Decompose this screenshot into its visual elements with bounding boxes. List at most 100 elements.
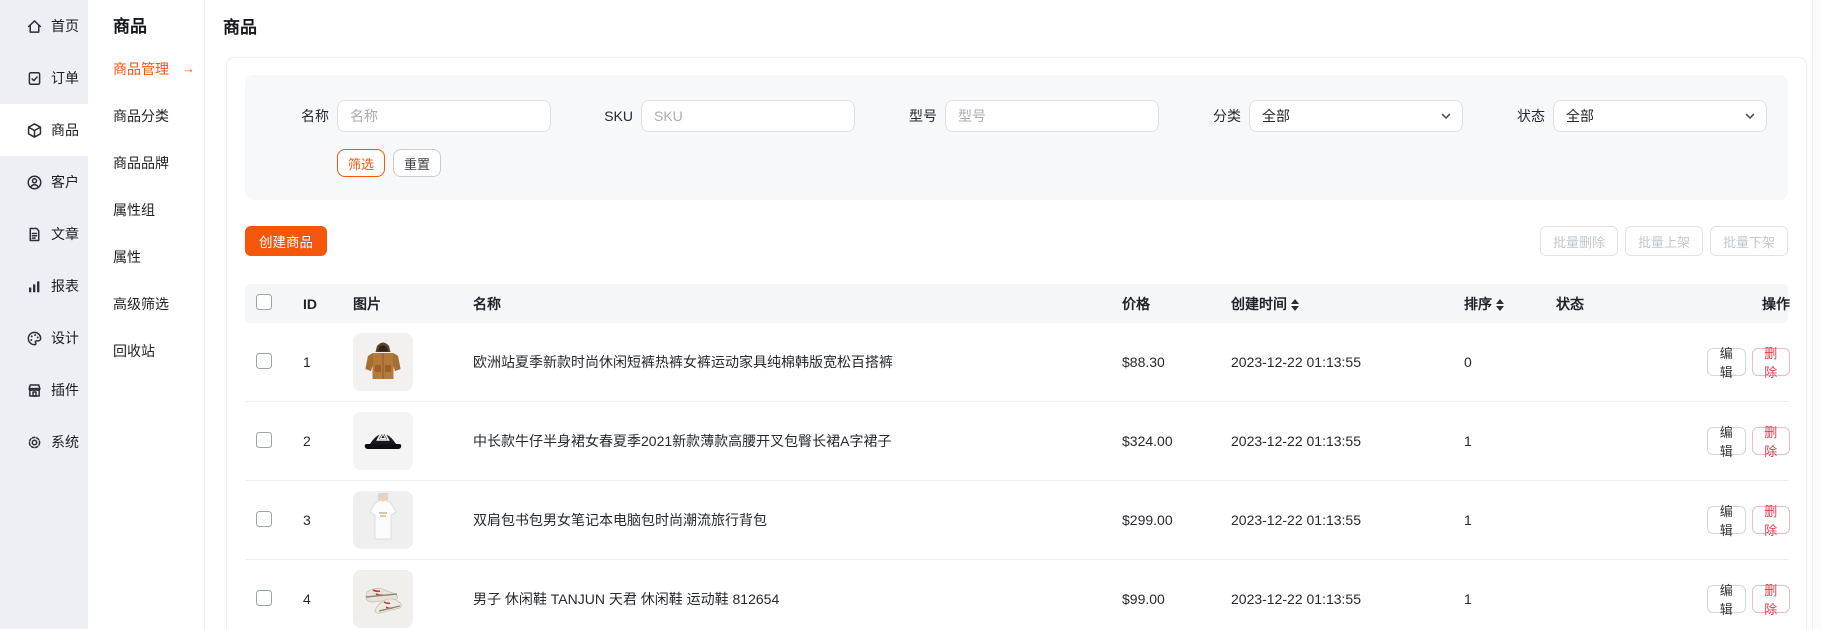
sidebar-item-product-management[interactable]: 商品管理 →: [113, 45, 204, 92]
delete-button[interactable]: 删除: [1752, 506, 1791, 534]
sidebar-item-plugins[interactable]: 插件: [0, 364, 88, 416]
header-price: 价格: [1116, 294, 1225, 314]
filter-panel: 名称 SKU 型号 分类 全部: [245, 75, 1788, 200]
secondary-sidebar-title: 商品: [113, 12, 204, 45]
secondary-sidebar: 商品 商品管理 → 商品分类 商品品牌 属性组 属性 高级筛选 回收站: [88, 0, 205, 629]
name-filter-label: 名称: [287, 106, 329, 126]
product-price: $299.00: [1116, 512, 1225, 528]
filter-buttons-row: 筛选 重置: [287, 149, 1770, 177]
sidebar-item-attribute-groups[interactable]: 属性组: [113, 186, 204, 233]
sidebar-item-orders[interactable]: 订单: [0, 52, 88, 104]
model-filter-input[interactable]: [945, 100, 1159, 132]
sidebar-item-recycle-bin[interactable]: 回收站: [113, 327, 204, 374]
row-checkbox[interactable]: [256, 353, 272, 369]
sidebar-item-articles[interactable]: 文章: [0, 208, 88, 260]
header-created[interactable]: 创建时间: [1225, 294, 1458, 314]
vertical-scrollbar[interactable]: [1812, 0, 1821, 629]
category-selected-value: 全部: [1262, 106, 1290, 126]
edit-button[interactable]: 编辑: [1707, 348, 1746, 376]
delete-button[interactable]: 删除: [1752, 348, 1791, 376]
toolbar: 创建商品 批量删除 批量上架 批量下架: [245, 226, 1788, 256]
product-admin-screen: 首页 订单 商品 客户 文章 报表 设计 插件: [0, 0, 1821, 629]
header-name: 名称: [467, 294, 1116, 314]
sidebar-item-attributes[interactable]: 属性: [113, 233, 204, 280]
filter-group-sku: SKU: [591, 100, 855, 132]
batch-enable-button[interactable]: 批量上架: [1625, 226, 1703, 256]
product-name[interactable]: 中长款牛仔半身裙女春夏季2021新款薄款高腰开叉包臀长裙A字裙子: [467, 431, 1116, 451]
product-table: ID 图片 名称 价格 创建时间 排序 状态 操作: [245, 284, 1788, 629]
sidebar-item-label: 报表: [51, 276, 79, 296]
product-name[interactable]: 双肩包书包男女笔记本电脑包时尚潮流旅行背包: [467, 510, 1116, 530]
create-product-button[interactable]: 创建商品: [245, 226, 327, 256]
product-created: 2023-12-22 01:13:55: [1225, 512, 1458, 528]
filter-group-name: 名称: [287, 100, 551, 132]
product-sort: 1: [1458, 433, 1550, 449]
sort-asc-icon: [1496, 299, 1504, 304]
sidebar-item-system[interactable]: 系统: [0, 416, 88, 468]
filter-group-status: 状态 全部: [1503, 100, 1767, 132]
product-name[interactable]: 欧洲站夏季新款时尚休闲短裤热裤女裤运动家具纯棉韩版宽松百搭裤: [467, 352, 1116, 372]
sidebar-item-product-categories[interactable]: 商品分类: [113, 92, 204, 139]
sidebar-item-products[interactable]: 商品: [0, 104, 88, 156]
row-checkbox[interactable]: [256, 511, 272, 527]
status-selected-value: 全部: [1566, 106, 1594, 126]
sort-desc-icon: [1496, 306, 1504, 311]
customers-icon: [26, 174, 43, 191]
sidebar-item-label: 首页: [51, 16, 79, 36]
sku-filter-label: SKU: [591, 108, 633, 124]
category-filter-select[interactable]: 全部: [1249, 100, 1463, 132]
edit-button[interactable]: 编辑: [1707, 506, 1746, 534]
product-sort: 1: [1458, 512, 1550, 528]
table-header-row: ID 图片 名称 价格 创建时间 排序 状态 操作: [245, 284, 1788, 323]
filter-button[interactable]: 筛选: [337, 149, 385, 177]
header-sort[interactable]: 排序: [1458, 294, 1550, 314]
product-sort: 1: [1458, 591, 1550, 607]
sort-asc-icon: [1291, 299, 1299, 304]
edit-button[interactable]: 编辑: [1707, 427, 1746, 455]
sidebar-item-home[interactable]: 首页: [0, 0, 88, 52]
sidebar-item-label: 商品: [51, 120, 79, 140]
sidebar-item-design[interactable]: 设计: [0, 312, 88, 364]
edit-button[interactable]: 编辑: [1707, 585, 1746, 613]
app-sidebar: 首页 订单 商品 客户 文章 报表 设计 插件: [0, 0, 88, 629]
table-row: 4 男子 休闲鞋 TANJUN 天君 休闲鞋 运动鞋 812654: [245, 560, 1788, 629]
cell-id: 3: [297, 512, 347, 528]
product-price: $88.30: [1116, 354, 1225, 370]
header-id: ID: [297, 296, 347, 312]
delete-button[interactable]: 删除: [1752, 585, 1791, 613]
product-image-black-cap-triangle-logo: [353, 412, 413, 470]
sidebar-item-advanced-filter[interactable]: 高级筛选: [113, 280, 204, 327]
row-checkbox[interactable]: [256, 590, 272, 606]
filter-fields-row: 名称 SKU 型号 分类 全部: [287, 100, 1770, 132]
sku-filter-input[interactable]: [641, 100, 855, 132]
sidebar-item-product-brands[interactable]: 商品品牌: [113, 139, 204, 186]
orders-icon: [26, 70, 43, 87]
system-icon: [26, 434, 43, 451]
delete-button[interactable]: 删除: [1752, 427, 1791, 455]
chevron-down-icon: [1440, 110, 1452, 122]
header-image: 图片: [347, 294, 467, 314]
sidebar-item-label: 插件: [51, 380, 79, 400]
product-name[interactable]: 男子 休闲鞋 TANJUN 天君 休闲鞋 运动鞋 812654: [467, 589, 1116, 609]
sidebar-item-reports[interactable]: 报表: [0, 260, 88, 312]
sidebar-item-label: 订单: [51, 68, 79, 88]
sort-icons[interactable]: [1291, 299, 1299, 311]
reset-button[interactable]: 重置: [393, 149, 441, 177]
category-filter-label: 分类: [1199, 106, 1241, 126]
sidebar-item-customers[interactable]: 客户: [0, 156, 88, 208]
name-filter-input[interactable]: [337, 100, 551, 132]
batch-disable-button[interactable]: 批量下架: [1710, 226, 1788, 256]
products-icon: [26, 122, 43, 139]
product-created: 2023-12-22 01:13:55: [1225, 591, 1458, 607]
row-checkbox[interactable]: [256, 432, 272, 448]
sidebar-item-label: 系统: [51, 432, 79, 452]
secondary-sidebar-list: 商品管理 → 商品分类 商品品牌 属性组 属性 高级筛选 回收站: [113, 45, 204, 374]
batch-delete-button[interactable]: 批量删除: [1540, 226, 1618, 256]
cell-id: 1: [297, 354, 347, 370]
product-image-white-tshirt-model: [353, 491, 413, 549]
select-all-checkbox[interactable]: [256, 294, 272, 310]
model-filter-label: 型号: [895, 106, 937, 126]
status-filter-select[interactable]: 全部: [1553, 100, 1767, 132]
sidebar-item-label: 客户: [51, 172, 79, 192]
sort-icons[interactable]: [1496, 299, 1504, 311]
